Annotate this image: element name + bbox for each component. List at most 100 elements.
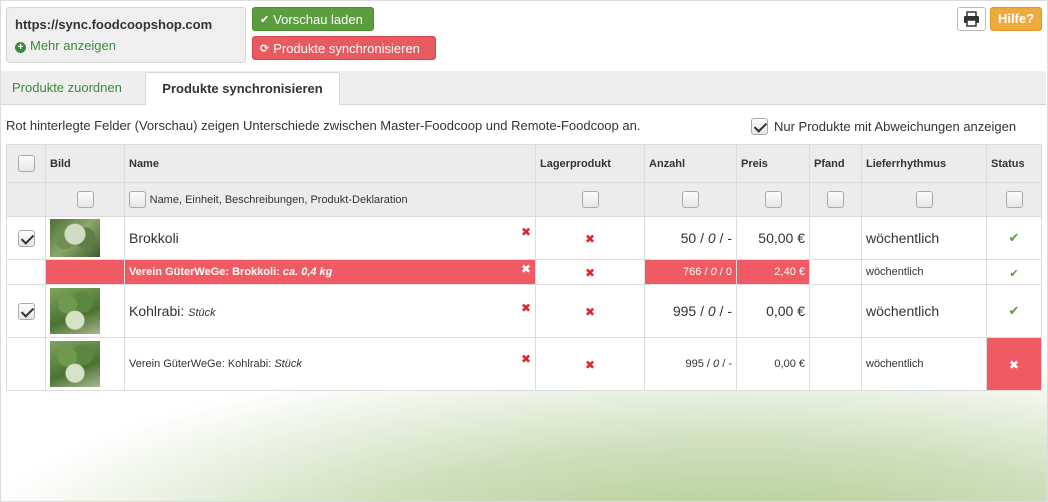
filter-status-checkbox[interactable] [1005,191,1023,209]
product-unit: ca. 0,4 kg [282,266,333,278]
filter-image-cell [45,182,125,217]
close-icon: ✖ [520,301,531,315]
info-text: Rot hinterlegte Felder (Vorschau) zeigen… [6,118,641,133]
filter-name-cell: Name, Einheit, Beschreibungen, Produkt-D… [124,182,536,217]
sync-products-button[interactable]: ⟳ Produkte synchronisieren [252,36,436,60]
amount-cell: 995 / 0 / - [644,284,737,338]
rhythm-cell: wöchentlich [861,284,987,338]
printer-icon [964,11,979,27]
row-select-checkbox[interactable] [17,302,35,320]
deviation-filter[interactable]: Nur Produkte mit Abweichungen anzeigen [751,118,1016,135]
rhythm-cell: wöchentlich [861,337,987,391]
table-row: Brokkoli ✖ ✖ 50 / 0 / - 50,00 € wöchentli… [6,216,1042,260]
row-empty-cell [6,337,46,391]
close-icon: ✖ [584,357,596,372]
preview-button-label: Vorschau laden [273,11,363,27]
stock-cell: ✖ [535,216,645,260]
print-button[interactable] [957,7,986,31]
price-cell: 2,40 € [736,259,810,285]
plus-circle-icon: + [15,42,26,53]
check-icon: ✔ [1008,303,1020,318]
rhythm-cell: wöchentlich [861,216,987,260]
amount-max: / 0 [716,266,732,278]
product-name: Kohlrabi: [129,303,185,319]
name-cell: Verein GüterWeGe: Kohlrabi: Stück ✖ [124,337,536,391]
deviation-filter-checkbox[interactable] [751,118,768,135]
status-cell: ✔ [986,259,1042,285]
col-amount: Anzahl [644,144,737,183]
show-more-link[interactable]: + Mehr anzeigen [15,38,116,53]
product-name: Verein GüterWeGe: Brokkoli: [129,266,280,278]
close-icon: ✖ [584,304,596,319]
select-all-checkbox[interactable] [17,155,35,172]
tab-assign-products[interactable]: Produkte zuordnen [12,80,122,95]
col-price: Preis [736,144,810,183]
deposit-cell [809,284,862,338]
deposit-cell [809,259,862,285]
help-button[interactable]: Hilfe? [990,7,1042,31]
filter-price-checkbox[interactable] [764,191,782,209]
filter-deposit-checkbox[interactable] [827,191,844,209]
col-stock: Lagerprodukt [535,144,645,183]
name-cell: Kohlrabi: Stück ✖ [124,284,536,338]
price-cell: 0,00 € [736,337,810,391]
product-image-kohlrabi [50,288,100,334]
amount-max: / - [715,303,732,319]
sync-table: Bild Name Lagerprodukt Anzahl Preis Pfan… [6,144,1042,391]
close-icon: ✖ [1008,357,1020,372]
close-icon: ✖ [520,225,531,239]
stock-cell: ✖ [535,337,645,391]
preview-button[interactable]: ✔ Vorschau laden [252,7,374,31]
close-icon: ✖ [584,231,596,246]
status-cell: ✔ [986,284,1042,338]
col-deposit: Pfand [809,144,862,183]
col-image: Bild [45,144,125,183]
show-more-label: Mehr anzeigen [30,38,116,53]
amount-value: 766 / [683,266,711,278]
image-cell [45,337,125,391]
filter-empty-cell [6,182,46,217]
row-select-checkbox[interactable] [17,229,35,247]
filter-amount-checkbox[interactable] [682,191,699,209]
price-cell: 50,00 € [736,216,810,260]
product-name: Brokkoli [129,230,179,246]
rhythm-cell: wöchentlich [861,259,987,285]
amount-value: 50 / [680,230,708,246]
table-row: Verein GüterWeGe: Kohlrabi: Stück ✖ ✖ 995… [6,337,1042,391]
deposit-cell [809,216,862,260]
stock-cell: ✖ [535,284,645,338]
filter-image-checkbox[interactable] [76,191,94,209]
name-cell: Verein GüterWeGe: Brokkoli: ca. 0,4 kg ✖ [124,259,536,285]
name-cell: Brokkoli ✖ [124,216,536,260]
filter-stock-checkbox[interactable] [581,191,599,209]
amount-value: 995 / [672,303,708,319]
sync-products-label: Produkte synchronisieren [273,40,420,56]
product-unit: Stück [274,358,302,370]
amount-max: / - [715,230,732,246]
row-select-cell [6,284,46,338]
filter-stock-cell [535,182,645,217]
check-icon: ✔ [1008,230,1020,245]
status-cell: ✖ [986,337,1042,391]
filter-status-cell [986,182,1042,217]
row-select-cell [6,216,46,260]
image-cell [45,284,125,338]
amount-cell: 766 / 0 / 0 [644,259,737,285]
deposit-cell [809,337,862,391]
price-cell: 0,00 € [736,284,810,338]
amount-value: 995 / [685,358,714,370]
filter-price-cell [736,182,810,217]
product-unit: Stück [188,307,216,319]
check-circle-icon: ✔ [260,13,270,26]
product-image-kohlrabi [50,341,100,387]
tab-sync-products[interactable]: Produkte synchronisieren [145,72,340,105]
filter-name-checkbox[interactable] [129,191,146,209]
col-rhythm: Lieferrhythmus [861,144,987,183]
check-icon: ✔ [1009,267,1019,280]
table-row: Kohlrabi: Stück ✖ ✖ 995 / 0 / - 0,00 € wö… [6,284,1042,338]
row-empty-cell [6,259,46,285]
filter-rhythm-checkbox[interactable] [915,191,933,209]
amount-cell: 50 / 0 / - [644,216,737,260]
header-row: Bild Name Lagerprodukt Anzahl Preis Pfan… [6,144,1042,183]
amount-min: 0 [707,303,716,319]
